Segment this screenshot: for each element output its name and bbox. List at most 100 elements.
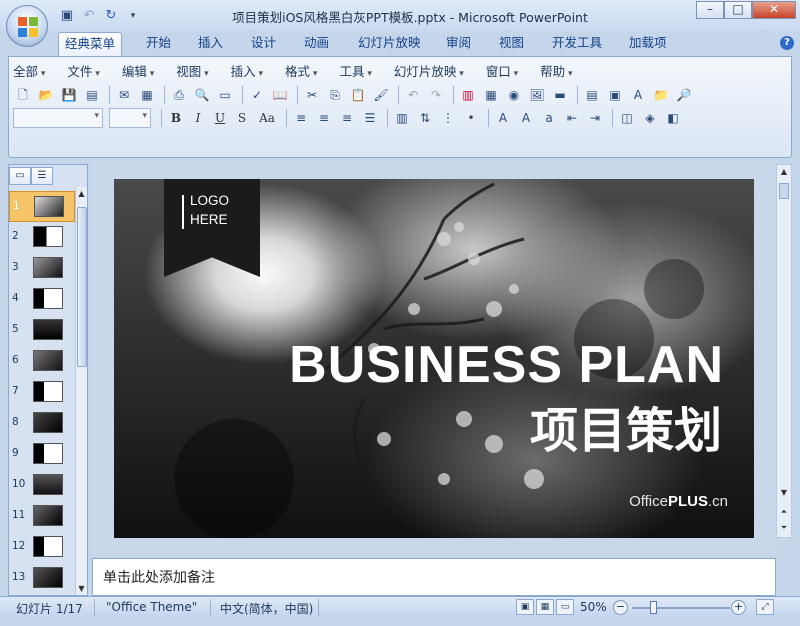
tab-view[interactable]: 视图 bbox=[493, 32, 530, 56]
increase-indent-icon[interactable]: ⇥ bbox=[585, 108, 605, 128]
picture-icon[interactable]: 🖼 bbox=[527, 85, 547, 105]
shapes-icon[interactable]: ◉ bbox=[504, 85, 524, 105]
slide-thumbnail-row[interactable]: 5 bbox=[9, 315, 75, 346]
save-icon[interactable]: ▣ bbox=[58, 7, 76, 25]
slide-thumbnail-row[interactable]: 1 bbox=[9, 191, 75, 222]
print-preview-icon[interactable]: 🔍 bbox=[192, 85, 212, 105]
research-icon[interactable]: 📖 bbox=[270, 85, 290, 105]
menu-all[interactable]: 全部 bbox=[13, 61, 45, 81]
arrange-icon[interactable]: ◫ bbox=[617, 108, 637, 128]
undo-icon[interactable]: ↶ bbox=[80, 7, 98, 25]
slide-thumbnail[interactable] bbox=[33, 443, 63, 464]
tab-developer[interactable]: 开发工具 bbox=[546, 32, 608, 56]
slide-thumbnail-row[interactable]: 6 bbox=[9, 346, 75, 377]
customize-qat-icon[interactable]: ▾ bbox=[124, 7, 142, 25]
align-right-icon[interactable]: ≡ bbox=[337, 108, 357, 128]
previous-slide-icon[interactable]: ⏶ bbox=[777, 507, 791, 517]
textbox-icon[interactable]: A bbox=[628, 85, 648, 105]
cut-icon[interactable]: ✂ bbox=[302, 85, 322, 105]
scrollbar-thumb[interactable] bbox=[779, 183, 789, 199]
outline-tab[interactable]: ☰ bbox=[31, 167, 53, 185]
copy-icon[interactable]: ⎘ bbox=[325, 85, 345, 105]
slides-tab[interactable]: ▭ bbox=[9, 167, 31, 185]
font-color-icon[interactable]: A bbox=[493, 108, 513, 128]
tab-design[interactable]: 设计 bbox=[245, 32, 282, 56]
menu-tools[interactable]: 工具 bbox=[339, 61, 371, 81]
spelling-icon[interactable]: ✓ bbox=[247, 85, 267, 105]
shrink-font-icon[interactable]: a bbox=[539, 108, 559, 128]
permission-icon[interactable]: ▤ bbox=[82, 85, 102, 105]
office-button[interactable] bbox=[6, 5, 48, 47]
bold-button[interactable]: B bbox=[166, 108, 186, 128]
slide-thumbnail-row[interactable]: 8 bbox=[9, 408, 75, 439]
slide-thumbnail[interactable] bbox=[33, 474, 63, 495]
tab-insert[interactable]: 插入 bbox=[192, 32, 229, 56]
table-icon[interactable]: ▦ bbox=[481, 85, 501, 105]
frame-icon[interactable]: ▭ bbox=[215, 85, 235, 105]
language-indicator[interactable]: 中文(简体，中国) bbox=[220, 600, 313, 617]
paste-icon[interactable]: 📋 bbox=[348, 85, 368, 105]
slide-thumbnail[interactable] bbox=[33, 288, 63, 309]
zoom-in-icon[interactable]: + bbox=[731, 600, 746, 615]
menu-insert[interactable]: 插入 bbox=[231, 61, 263, 81]
columns-icon[interactable]: ▥ bbox=[392, 108, 412, 128]
slide-thumbnail[interactable] bbox=[33, 381, 63, 402]
new-document-icon[interactable]: 🗋 bbox=[13, 85, 33, 105]
tab-home[interactable]: 开始 bbox=[140, 32, 177, 56]
tab-slideshow[interactable]: 幻灯片放映 bbox=[352, 32, 427, 56]
justify-icon[interactable]: ☰ bbox=[360, 108, 380, 128]
tab-addins[interactable]: 加载项 bbox=[623, 32, 673, 56]
format-painter-icon[interactable]: 🖌 bbox=[371, 85, 391, 105]
slide-thumbnail[interactable] bbox=[33, 257, 63, 278]
bullets-icon[interactable]: • bbox=[461, 108, 481, 128]
scroll-down-arrow-icon[interactable]: ▼ bbox=[76, 584, 87, 593]
slide-thumbnail-row[interactable]: 2 bbox=[9, 222, 75, 253]
slide-thumbnail[interactable] bbox=[33, 226, 63, 247]
menu-window[interactable]: 窗口 bbox=[486, 61, 518, 81]
quick-styles-icon[interactable]: ◈ bbox=[640, 108, 660, 128]
undo-icon[interactable]: ↶ bbox=[403, 85, 423, 105]
slide-thumbnail[interactable] bbox=[33, 319, 63, 340]
slide-thumbnail[interactable] bbox=[33, 412, 63, 433]
thumbnail-scrollbar[interactable]: ▲ ▼ bbox=[75, 187, 87, 595]
shape-fill-icon[interactable]: ◧ bbox=[663, 108, 683, 128]
slide-thumbnail-row[interactable]: 13 bbox=[9, 563, 75, 594]
menu-slideshow[interactable]: 幻灯片放映 bbox=[394, 61, 464, 81]
slide-thumbnail[interactable] bbox=[34, 196, 64, 217]
notes-pane[interactable]: 单击此处添加备注 bbox=[92, 558, 776, 596]
zoom-out-icon[interactable]: − bbox=[613, 600, 628, 615]
slideshow-view-icon[interactable]: ▭ bbox=[556, 599, 574, 615]
slide-sorter-icon[interactable]: ▦ bbox=[536, 599, 554, 615]
menu-view[interactable]: 视图 bbox=[176, 61, 208, 81]
menu-file[interactable]: 文件 bbox=[67, 61, 99, 81]
zoom-level[interactable]: 50% bbox=[580, 600, 607, 614]
grow-font-icon[interactable]: A bbox=[516, 108, 536, 128]
tab-classic-menu[interactable]: 经典菜单 bbox=[58, 32, 123, 56]
font-size-combo[interactable] bbox=[109, 108, 151, 128]
print-icon[interactable]: ⎙ bbox=[169, 85, 189, 105]
new-slide-icon[interactable]: ▤ bbox=[582, 85, 602, 105]
folder-icon[interactable]: 📁 bbox=[651, 85, 671, 105]
scroll-down-arrow-icon[interactable]: ▼ bbox=[777, 488, 791, 497]
decrease-indent-icon[interactable]: ⇤ bbox=[562, 108, 582, 128]
slide-thumbnail-row[interactable]: 9 bbox=[9, 439, 75, 470]
layout-icon[interactable]: ▣ bbox=[605, 85, 625, 105]
slide-thumbnail-row[interactable]: 3 bbox=[9, 253, 75, 284]
email-icon[interactable]: ✉ bbox=[114, 85, 134, 105]
slide-thumbnail-row[interactable]: 7 bbox=[9, 377, 75, 408]
align-left-icon[interactable]: ≡ bbox=[291, 108, 311, 128]
slide-thumbnail[interactable] bbox=[33, 567, 63, 588]
shadow-button[interactable]: S bbox=[232, 108, 252, 128]
menu-edit[interactable]: 编辑 bbox=[122, 61, 154, 81]
italic-button[interactable]: I bbox=[188, 108, 208, 128]
redo-icon[interactable]: ↷ bbox=[426, 85, 446, 105]
help-icon[interactable]: ? bbox=[780, 36, 794, 50]
tab-animation[interactable]: 动画 bbox=[298, 32, 335, 56]
slide-thumbnail[interactable] bbox=[33, 536, 63, 557]
scroll-up-arrow-icon[interactable]: ▲ bbox=[777, 167, 791, 176]
maximize-button[interactable]: □ bbox=[724, 1, 752, 19]
numbering-icon[interactable]: ⋮ bbox=[438, 108, 458, 128]
tab-review[interactable]: 审阅 bbox=[440, 32, 477, 56]
slide-thumbnail-row[interactable]: 4 bbox=[9, 284, 75, 315]
normal-view-icon[interactable]: ▣ bbox=[516, 599, 534, 615]
